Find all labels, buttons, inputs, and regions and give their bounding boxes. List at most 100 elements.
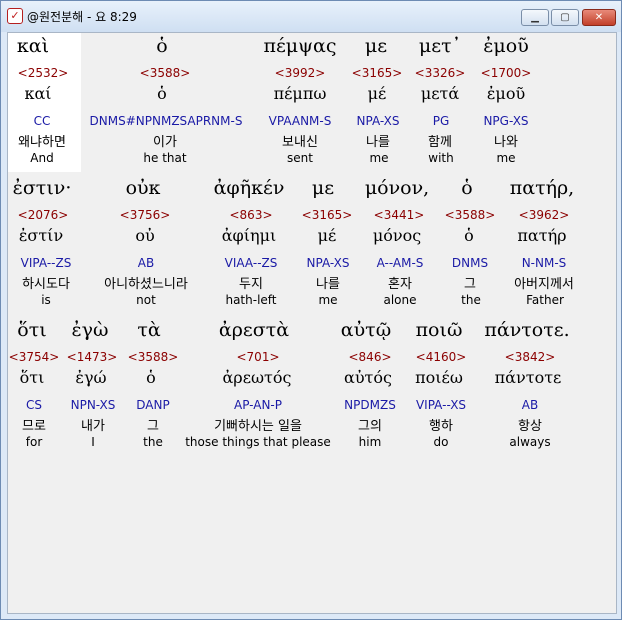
strong-number[interactable]: <1473>: [67, 350, 118, 364]
close-button[interactable]: ✕: [582, 9, 616, 26]
strong-number[interactable]: <3588>: [445, 208, 496, 222]
greek-word[interactable]: με: [365, 35, 387, 57]
korean-gloss: 나와: [494, 135, 518, 150]
english-gloss: me: [318, 293, 338, 307]
morph-tag[interactable]: CS: [26, 398, 42, 412]
greek-word[interactable]: μόνον,: [365, 177, 429, 199]
strong-number[interactable]: <3588>: [140, 66, 191, 80]
korean-gloss: 하시도다: [22, 277, 70, 292]
lemma: μετά: [420, 84, 460, 103]
morph-tag[interactable]: AB: [522, 398, 538, 412]
strong-number[interactable]: <846>: [348, 350, 391, 364]
greek-word[interactable]: τὰ: [137, 319, 160, 341]
greek-word[interactable]: ἀφῆκέν: [214, 177, 285, 199]
greek-word[interactable]: αὐτῷ: [341, 319, 391, 341]
korean-gloss: 왜냐하면: [18, 135, 66, 150]
korean-gloss: 기뻐하시는 일을: [214, 419, 302, 434]
lemma: πατήρ: [517, 226, 567, 245]
morph-tag[interactable]: DANP: [136, 398, 169, 412]
strong-number[interactable]: <3441>: [374, 208, 425, 222]
strong-number[interactable]: <1700>: [481, 66, 532, 80]
app-icon[interactable]: ✓: [7, 8, 23, 24]
greek-word[interactable]: ἐμοῦ: [483, 35, 529, 57]
greek-word[interactable]: ὁ: [156, 35, 167, 57]
strong-number[interactable]: <3756>: [120, 208, 171, 222]
english-gloss: always: [509, 435, 551, 449]
strong-number[interactable]: <3754>: [9, 350, 60, 364]
strong-number[interactable]: <3992>: [275, 66, 326, 80]
greek-word[interactable]: ἐγὼ: [71, 319, 108, 341]
greek-word[interactable]: με: [312, 177, 334, 199]
morph-tag[interactable]: NPA-XS: [357, 114, 400, 128]
strong-number[interactable]: <3842>: [505, 350, 556, 364]
strong-number[interactable]: <701>: [236, 350, 279, 364]
window-title: @원전분해 - 요 8:29: [27, 10, 137, 24]
lemma: ἐστίν: [18, 226, 64, 245]
english-gloss: I: [91, 435, 95, 449]
english-gloss: do: [433, 435, 449, 449]
morph-tag[interactable]: PG: [433, 114, 450, 128]
morph-tag[interactable]: CC: [34, 114, 51, 128]
lemma: ἀρεωτός: [222, 368, 292, 387]
lemma: οὐ: [135, 226, 155, 245]
strong-number[interactable]: <863>: [229, 208, 272, 222]
greek-word[interactable]: ποιῶ: [416, 319, 463, 341]
morph-tag[interactable]: VPAANM-S: [269, 114, 332, 128]
strong-number[interactable]: <3165>: [302, 208, 353, 222]
english-gloss: is: [41, 293, 51, 307]
lemma: ποιέω: [415, 368, 463, 387]
korean-gloss: 이가: [153, 135, 177, 150]
morph-tag[interactable]: NPA-XS: [307, 256, 350, 270]
morph-tag[interactable]: VIAA--ZS: [225, 256, 278, 270]
morph-tag[interactable]: NPG-XS: [483, 114, 528, 128]
korean-gloss: 아니하셨느니라: [104, 277, 188, 292]
morph-tag[interactable]: NPDMZS: [344, 398, 396, 412]
lemma: αὐτός: [344, 368, 392, 387]
greek-word[interactable]: πατήρ,: [510, 177, 574, 199]
korean-gloss: 그: [147, 419, 159, 434]
morph-tag[interactable]: DNMS#NPNMZSAPRNM-S: [90, 114, 243, 128]
greek-word[interactable]: καὶ: [17, 35, 49, 57]
korean-gloss: 함께: [428, 135, 452, 150]
korean-gloss: 그의: [358, 419, 382, 434]
strong-number[interactable]: <3962>: [519, 208, 570, 222]
morph-tag[interactable]: VIPA--ZS: [21, 256, 72, 270]
morph-tag[interactable]: N-NM-S: [522, 256, 567, 270]
english-gloss: those things that please: [185, 435, 331, 449]
minimize-button[interactable]: ▁: [521, 9, 549, 26]
greek-word[interactable]: πάντοτε.: [484, 319, 569, 341]
english-gloss: me: [496, 151, 516, 165]
greek-word[interactable]: οὐκ: [126, 177, 161, 199]
korean-gloss: 행하: [429, 419, 453, 434]
title-bar[interactable]: ✓ @원전분해 - 요 8:29 ▁ ▢ ✕: [1, 1, 621, 32]
english-gloss: the: [461, 293, 481, 307]
english-gloss: hath-left: [225, 293, 277, 307]
korean-gloss: 항상: [518, 419, 542, 434]
morph-tag[interactable]: NPN-XS: [71, 398, 116, 412]
morph-tag[interactable]: VIPA--XS: [416, 398, 466, 412]
lemma: ὁ: [464, 226, 474, 245]
english-gloss: And: [30, 151, 54, 165]
greek-word[interactable]: ἐστιν·: [13, 177, 72, 199]
english-gloss: sent: [287, 151, 313, 165]
morph-tag[interactable]: AB: [138, 256, 154, 270]
strong-number[interactable]: <2532>: [18, 66, 69, 80]
greek-word[interactable]: ὁ: [461, 177, 472, 199]
strong-number[interactable]: <3165>: [352, 66, 403, 80]
korean-gloss: 나를: [366, 135, 390, 150]
greek-word[interactable]: ὅτι: [17, 319, 46, 341]
strong-number[interactable]: <2076>: [18, 208, 69, 222]
morph-tag[interactable]: A--AM-S: [377, 256, 424, 270]
morph-tag[interactable]: AP-AN-P: [234, 398, 282, 412]
strong-number[interactable]: <3326>: [415, 66, 466, 80]
greek-word[interactable]: μετ᾽: [419, 35, 461, 57]
greek-word[interactable]: πέμψας: [263, 35, 336, 57]
strong-number[interactable]: <3588>: [128, 350, 179, 364]
english-gloss: the: [143, 435, 163, 449]
english-gloss: he that: [143, 151, 187, 165]
strong-number[interactable]: <4160>: [416, 350, 467, 364]
lemma: πέμπω: [273, 84, 327, 103]
greek-word[interactable]: ἀρεστὰ: [219, 319, 289, 341]
maximize-button[interactable]: ▢: [551, 9, 579, 26]
morph-tag[interactable]: DNMS: [452, 256, 488, 270]
